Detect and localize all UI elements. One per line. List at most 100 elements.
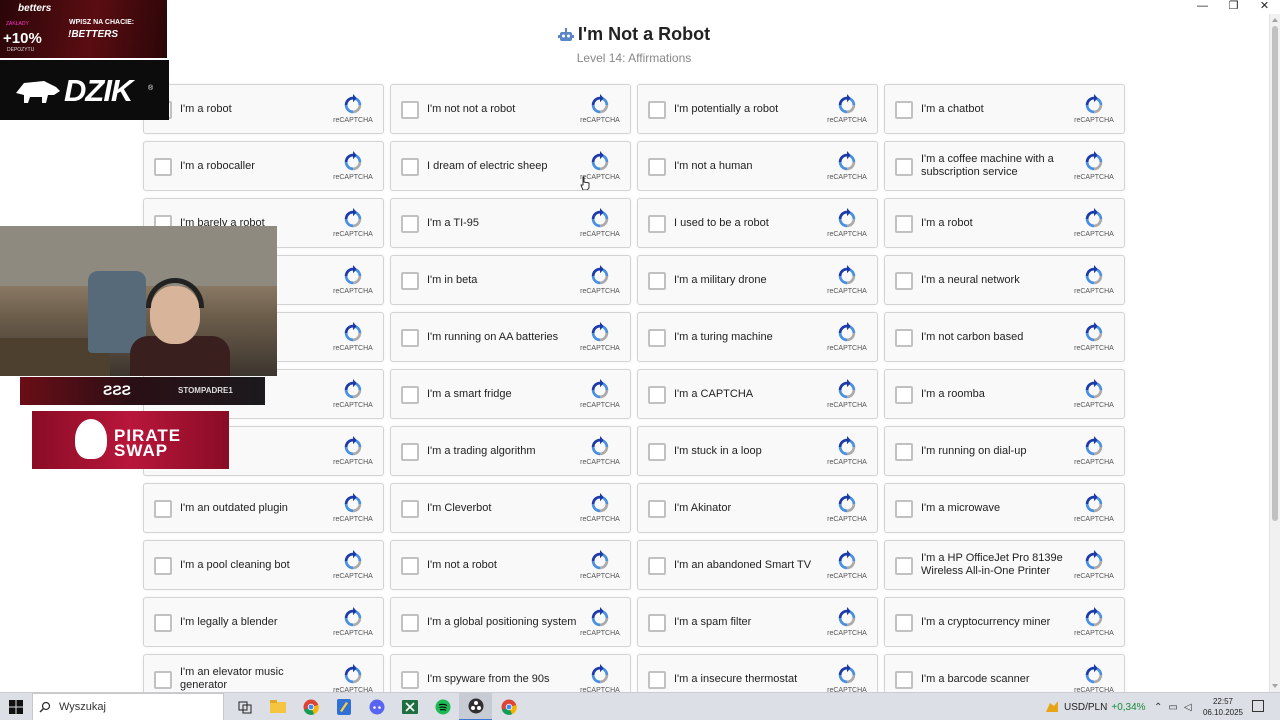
taskbar-clock[interactable]: 22:57 06.10.2025 (1200, 696, 1246, 718)
captcha-checkbox[interactable] (895, 329, 913, 347)
captcha-checkbox[interactable] (895, 614, 913, 632)
volume-icon[interactable]: ◁ (1184, 702, 1192, 713)
taskbar-app-chrome[interactable] (294, 693, 327, 720)
scroll-thumb[interactable] (1272, 26, 1278, 521)
captcha-checkbox[interactable] (895, 158, 913, 176)
captcha-checkbox[interactable] (648, 101, 666, 119)
captcha-checkbox[interactable] (895, 500, 913, 518)
captcha-card[interactable]: I'm a TI-95 reCAPTCHA (390, 198, 631, 248)
captcha-checkbox[interactable] (648, 158, 666, 176)
captcha-checkbox[interactable] (895, 101, 913, 119)
taskbar-app-excel[interactable] (393, 693, 426, 720)
notification-icon[interactable] (1252, 700, 1264, 712)
captcha-checkbox[interactable] (648, 614, 666, 632)
captcha-card[interactable]: I'm a neural network reCAPTCHA (884, 255, 1125, 305)
captcha-card[interactable]: I'm a robocaller reCAPTCHA (143, 141, 384, 191)
taskbar-search[interactable]: Wyszukaj (32, 693, 224, 720)
captcha-card[interactable]: I'm an abandoned Smart TV reCAPTCHA (637, 540, 878, 590)
captcha-card[interactable]: I'm a cryptocurrency miner reCAPTCHA (884, 597, 1125, 647)
captcha-card[interactable]: I dream of electric sheep reCAPTCHA (390, 141, 631, 191)
captcha-checkbox[interactable] (154, 557, 172, 575)
captcha-card[interactable]: I'm stuck in a loop reCAPTCHA (637, 426, 878, 476)
captcha-checkbox[interactable] (895, 215, 913, 233)
captcha-card[interactable]: I'm not a human reCAPTCHA (637, 141, 878, 191)
captcha-card[interactable]: I'm a microwave reCAPTCHA (884, 483, 1125, 533)
captcha-checkbox[interactable] (154, 158, 172, 176)
captcha-checkbox[interactable] (401, 671, 419, 689)
captcha-checkbox[interactable] (895, 386, 913, 404)
captcha-card[interactable]: I'm a military drone reCAPTCHA (637, 255, 878, 305)
captcha-card[interactable]: I'm not not a robot reCAPTCHA (390, 84, 631, 134)
captcha-card[interactable]: I'm a pool cleaning bot reCAPTCHA (143, 540, 384, 590)
captcha-checkbox[interactable] (895, 443, 913, 461)
captcha-checkbox[interactable] (401, 500, 419, 518)
taskbar-app-app[interactable] (327, 693, 360, 720)
captcha-checkbox[interactable] (401, 386, 419, 404)
scroll-down-arrow[interactable] (1272, 684, 1278, 688)
captcha-card[interactable]: I'm a coffee machine with a subscription… (884, 141, 1125, 191)
captcha-card[interactable]: I'm a trading algorithm reCAPTCHA (390, 426, 631, 476)
captcha-card[interactable]: I'm running on dial-up reCAPTCHA (884, 426, 1125, 476)
captcha-card[interactable]: I'm a robot reCAPTCHA (143, 84, 384, 134)
captcha-card[interactable]: I'm an outdated plugin reCAPTCHA (143, 483, 384, 533)
taskbar-app-chrome[interactable] (492, 693, 525, 720)
minimize-button[interactable]: — (1187, 0, 1218, 14)
captcha-card[interactable]: I'm a chatbot reCAPTCHA (884, 84, 1125, 134)
scrollbar[interactable] (1269, 14, 1280, 692)
taskbar-app-obs[interactable] (459, 693, 492, 720)
restore-button[interactable]: ❐ (1218, 0, 1249, 14)
captcha-card[interactable]: I'm running on AA batteries reCAPTCHA (390, 312, 631, 362)
network-icon[interactable]: ▭ (1168, 702, 1177, 713)
captcha-checkbox[interactable] (895, 557, 913, 575)
recaptcha-logo-icon (344, 550, 362, 570)
captcha-checkbox[interactable] (648, 272, 666, 290)
captcha-checkbox[interactable] (648, 329, 666, 347)
captcha-checkbox[interactable] (401, 557, 419, 575)
captcha-checkbox[interactable] (401, 215, 419, 233)
captcha-checkbox[interactable] (401, 158, 419, 176)
captcha-checkbox[interactable] (401, 272, 419, 290)
tray-expand-icon[interactable]: ⌃ (1154, 702, 1162, 713)
captcha-checkbox[interactable] (401, 443, 419, 461)
captcha-checkbox[interactable] (154, 500, 172, 518)
task-view-icon (238, 701, 251, 714)
recaptcha-logo-icon (838, 322, 856, 342)
captcha-checkbox[interactable] (401, 101, 419, 119)
captcha-card[interactable]: I'm not a robot reCAPTCHA (390, 540, 631, 590)
captcha-card[interactable]: I used to be a robot reCAPTCHA (637, 198, 878, 248)
captcha-card[interactable]: I'm in beta reCAPTCHA (390, 255, 631, 305)
captcha-checkbox[interactable] (154, 671, 172, 689)
captcha-card[interactable]: I'm a CAPTCHA reCAPTCHA (637, 369, 878, 419)
captcha-card[interactable]: I'm Cleverbot reCAPTCHA (390, 483, 631, 533)
taskbar-app-task-view[interactable] (228, 693, 261, 720)
currency-ticker[interactable]: USD/PLN +0,34% (1044, 693, 1146, 720)
captcha-checkbox[interactable] (648, 215, 666, 233)
captcha-checkbox[interactable] (648, 500, 666, 518)
captcha-checkbox[interactable] (648, 557, 666, 575)
captcha-card[interactable]: I'm a robot reCAPTCHA (884, 198, 1125, 248)
captcha-card[interactable]: I'm a roomba reCAPTCHA (884, 369, 1125, 419)
captcha-checkbox[interactable] (401, 614, 419, 632)
captcha-checkbox[interactable] (401, 329, 419, 347)
close-button[interactable]: ✕ (1249, 0, 1280, 14)
captcha-card[interactable]: I'm a HP OfficeJet Pro 8139e Wireless Al… (884, 540, 1125, 590)
captcha-card[interactable]: I'm a spam filter reCAPTCHA (637, 597, 878, 647)
captcha-card[interactable]: I'm not carbon based reCAPTCHA (884, 312, 1125, 362)
captcha-card[interactable]: I'm a global positioning system reCAPTCHA (390, 597, 631, 647)
start-button[interactable] (0, 693, 32, 720)
captcha-checkbox[interactable] (648, 671, 666, 689)
captcha-checkbox[interactable] (895, 272, 913, 290)
captcha-checkbox[interactable] (154, 614, 172, 632)
captcha-checkbox[interactable] (648, 386, 666, 404)
captcha-card[interactable]: I'm legally a blender reCAPTCHA (143, 597, 384, 647)
taskbar-app-discord[interactable] (360, 693, 393, 720)
scroll-up-arrow[interactable] (1272, 18, 1278, 22)
taskbar-app-spotify[interactable] (426, 693, 459, 720)
captcha-card[interactable]: I'm a smart fridge reCAPTCHA (390, 369, 631, 419)
captcha-card[interactable]: I'm potentially a robot reCAPTCHA (637, 84, 878, 134)
captcha-card[interactable]: I'm Akinator reCAPTCHA (637, 483, 878, 533)
captcha-checkbox[interactable] (895, 671, 913, 689)
captcha-checkbox[interactable] (648, 443, 666, 461)
taskbar-app-file-explorer[interactable] (261, 693, 294, 720)
captcha-card[interactable]: I'm a turing machine reCAPTCHA (637, 312, 878, 362)
